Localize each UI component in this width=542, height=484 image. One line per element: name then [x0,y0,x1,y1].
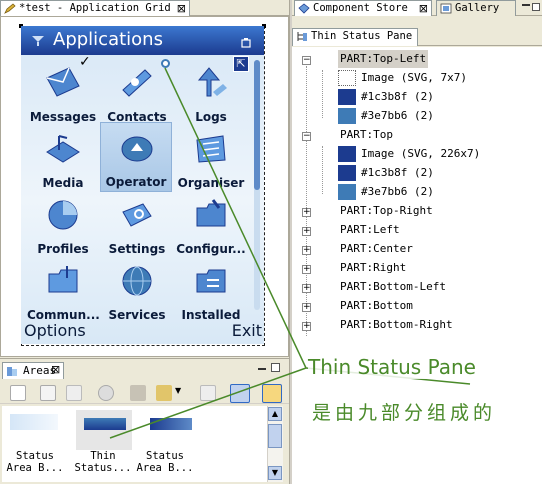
annotation-subtitle: 是由九部分组成的 [312,402,497,424]
annotation-title: Thin Status Pane [308,355,540,379]
